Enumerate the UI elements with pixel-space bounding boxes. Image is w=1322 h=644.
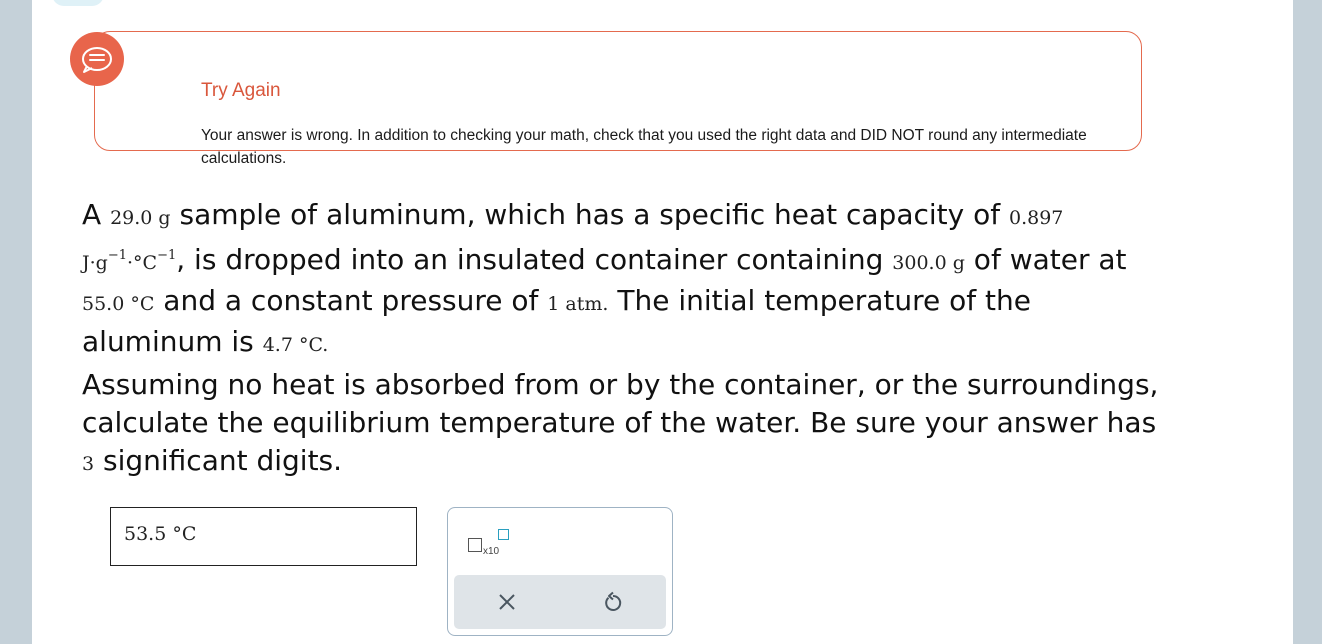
water-temperature: 55.0 °C [82,293,155,315]
math-tool-panel: x10 [447,507,673,636]
answer-value: 53.5 °C [124,523,197,545]
aluminum-mass: 29.0 g [110,207,171,229]
chat-bubble-icon [70,32,124,86]
top-tab[interactable] [52,0,104,6]
aluminum-temperature: 4.7 °C. [262,334,329,356]
question-paragraph-1: A 29.0 g sample of aluminum, which has a… [82,198,1127,358]
close-icon [499,594,515,610]
answer-input[interactable]: 53.5 °C [110,507,417,566]
undo-button[interactable] [599,588,627,616]
feedback-box: Try Again Your answer is wrong. In addit… [94,31,1142,167]
scientific-notation-button[interactable]: x10 [466,526,514,558]
pressure-value: 1 atm. [547,293,609,315]
exponent-box-icon [498,529,509,540]
feedback-title: Try Again [201,80,281,101]
tool-action-bar [454,575,666,629]
question-paragraph-2: Assuming no heat is absorbed from or by … [82,368,1159,477]
undo-icon [605,591,622,611]
base-box-icon [468,538,482,552]
content-panel: Try Again Your answer is wrong. In addit… [32,0,1293,644]
x10-label: x10 [483,546,500,557]
feedback-message: Your answer is wrong. In addition to che… [201,127,1087,167]
clear-button[interactable] [493,588,521,616]
water-mass: 300.0 g [892,252,965,274]
sig-figs-value: 3 [82,453,95,475]
